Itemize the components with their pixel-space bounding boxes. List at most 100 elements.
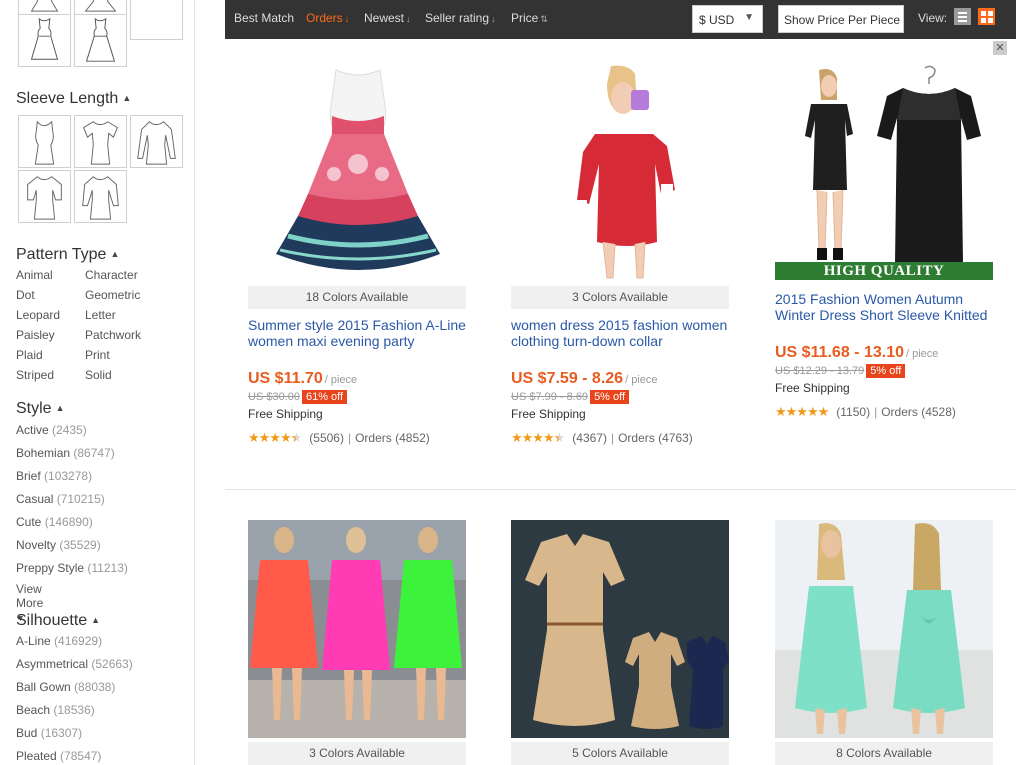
facet-label: Novelty (16, 538, 57, 552)
review-count-link[interactable]: (1150) (836, 405, 870, 419)
silhouette-item-a-line[interactable]: A-Line (416929) (16, 634, 102, 648)
price: US $11.70 (248, 370, 323, 387)
pattern-patchwork[interactable]: Patchwork (85, 328, 141, 342)
style-item-brief[interactable]: Brief (103278) (16, 469, 92, 483)
pattern-animal[interactable]: Animal (16, 268, 53, 282)
sleeve-half-option[interactable] (18, 170, 71, 223)
star-rating-icon: ★★★★★ (248, 430, 302, 445)
original-price: US $30.00 (248, 391, 300, 403)
order-count: Orders (4763) (618, 431, 693, 445)
style-item-casual[interactable]: Casual (710215) (16, 492, 105, 506)
gallery-view-button[interactable] (978, 8, 995, 25)
sort-orders[interactable]: Orders ↓ (306, 11, 349, 25)
sort-arrows-icon: ⇅ (540, 14, 548, 24)
caret-up-icon: ▲ (122, 93, 132, 103)
pattern-character[interactable]: Character (85, 268, 138, 282)
product-image[interactable] (248, 520, 466, 738)
sleeve-sleeveless-option[interactable] (18, 115, 71, 168)
currency-select[interactable]: $ USD ▼ (692, 5, 763, 33)
facet-label: Casual (16, 492, 54, 506)
product-image[interactable] (248, 64, 466, 280)
style-item-preppy[interactable]: Preppy Style (11213) (16, 561, 128, 575)
sleeve-short-option[interactable] (74, 115, 127, 168)
product-title-link[interactable]: 2015 Fashion Women Autumn Winter Dress S… (775, 291, 997, 323)
facet-label: Cute (16, 515, 42, 529)
dress-shape-option[interactable] (74, 14, 127, 67)
discount-badge: 61% off (301, 390, 348, 404)
list-view-button[interactable] (954, 8, 971, 25)
star-rating-icon: ★★★★★ (775, 404, 829, 419)
show-price-per-piece-button[interactable]: Show Price Per Piece (778, 5, 904, 33)
sort-label: Best Match (234, 11, 295, 25)
colors-available-label: 18 Colors Available (248, 286, 466, 309)
silhouette-item-ball-gown[interactable]: Ball Gown (88038) (16, 680, 115, 694)
sleeve-three-quarter-option[interactable] (74, 170, 127, 223)
currency-value: $ USD (699, 13, 735, 27)
facet-label: Bohemian (16, 446, 71, 460)
facet-label: Active (16, 423, 49, 437)
facet-count: (88038) (74, 680, 116, 694)
arrow-down-icon: ↓ (406, 14, 411, 24)
product-image[interactable]: HIGH QUALITY (775, 64, 993, 282)
silhouette-item-beach[interactable]: Beach (18536) (16, 703, 95, 717)
style-heading[interactable]: Style ▲ (16, 400, 65, 418)
product-title-link[interactable]: women dress 2015 fashion women clothing … (511, 317, 733, 349)
sort-newest[interactable]: Newest ↓ (364, 11, 411, 25)
dress-shape-option[interactable] (18, 14, 71, 67)
pattern-type-heading[interactable]: Pattern Type ▲ (16, 246, 119, 264)
caret-up-icon: ▲ (55, 403, 65, 413)
facet-label: Brief (16, 469, 41, 483)
order-count: Orders (4528) (881, 405, 956, 419)
facet-count: (78547) (60, 749, 102, 763)
price-unit: / piece (324, 374, 358, 386)
pattern-leopard[interactable]: Leopard (16, 308, 60, 322)
product-image[interactable] (511, 520, 729, 738)
colors-available-label: 3 Colors Available (511, 286, 729, 309)
sort-price[interactable]: Price ⇅ (511, 11, 548, 25)
pattern-striped[interactable]: Striped (16, 368, 54, 382)
sort-seller-rating[interactable]: Seller rating ↓ (425, 11, 496, 25)
product-image[interactable] (511, 64, 729, 280)
separator: | (347, 431, 352, 445)
facet-label: A-Line (16, 634, 51, 648)
facet-count: (146890) (44, 515, 93, 529)
close-icon[interactable]: ✕ (993, 41, 1007, 55)
dress-shape-option[interactable] (130, 0, 183, 40)
product-image[interactable] (775, 520, 993, 738)
style-item-novelty[interactable]: Novelty (35529) (16, 538, 101, 552)
facet-count: (103278) (44, 469, 93, 483)
pattern-print[interactable]: Print (85, 348, 110, 362)
pattern-plaid[interactable]: Plaid (16, 348, 43, 362)
facet-label: Bud (16, 726, 38, 740)
silhouette-item-asymmetrical[interactable]: Asymmetrical (52663) (16, 657, 133, 671)
pattern-paisley[interactable]: Paisley (16, 328, 55, 342)
review-count-link[interactable]: (4367) (572, 431, 607, 445)
filter-sidebar: Sleeve Length ▲ Pattern Type ▲ Animal Char… (0, 0, 195, 765)
product-title-link[interactable]: Summer style 2015 Fashion A-Line women m… (248, 317, 470, 349)
style-item-bohemian[interactable]: Bohemian (86747) (16, 446, 115, 460)
facet-label: Preppy Style (16, 561, 85, 575)
sleeve-length-heading[interactable]: Sleeve Length ▲ (16, 90, 131, 108)
pattern-dot[interactable]: Dot (16, 288, 35, 302)
facet-count: (86747) (73, 446, 115, 460)
style-item-active[interactable]: Active (2435) (16, 423, 87, 437)
pattern-letter[interactable]: Letter (85, 308, 116, 322)
silhouette-item-pleated[interactable]: Pleated (78547) (16, 749, 101, 763)
silhouette-item-bud[interactable]: Bud (16307) (16, 726, 82, 740)
sort-best-match[interactable]: Best Match (234, 11, 294, 25)
price-unit: / piece (625, 374, 658, 386)
silhouette-heading[interactable]: Silhouette ▲ (16, 612, 100, 630)
facet-count: (35529) (59, 538, 101, 552)
sort-label: Newest (364, 11, 405, 25)
pattern-solid[interactable]: Solid (85, 368, 112, 382)
old-price-row: US $30.00 61% off (248, 390, 348, 404)
style-item-cute[interactable]: Cute (146890) (16, 515, 93, 529)
rating-row: ★★★★★ (5506) | Orders (4852) (248, 430, 430, 446)
review-count-link[interactable]: (5506) (309, 431, 344, 445)
sleeve-long-option[interactable] (130, 115, 183, 168)
chevron-down-icon: ▼ (744, 12, 754, 23)
product-listing-page: Sleeve Length ▲ Pattern Type ▲ Animal Char… (0, 0, 1024, 765)
silhouette-title: Silhouette (16, 612, 88, 629)
pattern-geometric[interactable]: Geometric (85, 288, 140, 302)
original-price: US $12.29 - 13.79 (775, 365, 865, 377)
